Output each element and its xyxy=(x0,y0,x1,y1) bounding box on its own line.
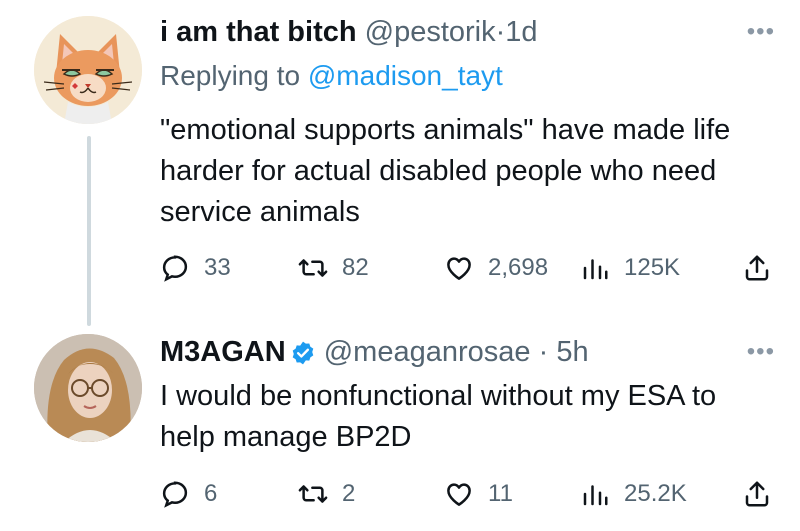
views-bar-chart-icon xyxy=(583,485,608,506)
timestamp[interactable]: 1d xyxy=(505,16,537,48)
tweet-header: M3AGAN @meaganrosae · 5h xyxy=(160,334,589,375)
views-button[interactable]: 125K xyxy=(580,248,680,288)
like-count: 11 xyxy=(488,480,513,507)
mention-link[interactable]: @madison_tayt xyxy=(308,60,503,91)
timestamp[interactable]: 5h xyxy=(556,336,588,368)
retweet-button[interactable]: 2 xyxy=(298,474,355,514)
reply-button[interactable]: 6 xyxy=(160,474,217,514)
reply-count: 6 xyxy=(204,480,218,507)
retweet-button[interactable]: 82 xyxy=(298,248,369,288)
cat-avatar-illustration xyxy=(34,16,142,124)
reply-count: 33 xyxy=(204,254,231,281)
replying-to: Replying to @madison_tayt xyxy=(160,58,503,94)
display-name[interactable]: M3AGAN xyxy=(160,336,286,368)
share-upload-icon xyxy=(745,481,769,507)
reply-icon xyxy=(162,481,188,508)
tweet-reply-meaganrosae[interactable]: M3AGAN @meaganrosae · 5h ••• I would be … xyxy=(0,320,800,531)
user-handle[interactable]: @meaganrosae xyxy=(324,336,531,368)
reply-icon xyxy=(162,255,188,282)
reply-button[interactable]: 33 xyxy=(160,248,231,288)
retweet-icon xyxy=(298,259,328,277)
more-options-icon[interactable]: ••• xyxy=(747,18,775,46)
tweet-actions: 6 2 11 25.2K xyxy=(160,474,780,514)
views-button[interactable]: 25.2K xyxy=(580,474,687,514)
tweet-text: I would be nonfunctional without my ESA … xyxy=(160,380,717,453)
avatar-photo[interactable] xyxy=(34,334,142,442)
tweet-reply-pestorik[interactable]: i am that bitch @pestorik·1d ••• Replyin… xyxy=(0,0,800,300)
more-options-icon[interactable]: ••• xyxy=(747,338,775,366)
tweet-header: i am that bitch @pestorik·1d xyxy=(160,14,538,50)
retweet-icon xyxy=(298,485,328,503)
display-name[interactable]: i am that bitch xyxy=(160,16,357,48)
share-button[interactable] xyxy=(742,248,772,288)
verified-badge-icon xyxy=(290,339,316,375)
retweet-count: 2 xyxy=(342,480,356,507)
separator-dot: · xyxy=(538,336,549,368)
share-button[interactable] xyxy=(742,474,772,514)
like-button[interactable]: 2,698 xyxy=(444,248,548,288)
like-count: 2,698 xyxy=(488,254,549,281)
views-count: 125K xyxy=(624,254,681,281)
views-count: 25.2K xyxy=(624,480,687,507)
profile-photo-illustration xyxy=(34,334,142,442)
separator-dot: · xyxy=(495,16,506,48)
replying-to-label: Replying to xyxy=(160,60,308,91)
like-button[interactable]: 11 xyxy=(444,474,513,514)
share-upload-icon xyxy=(745,255,769,281)
tweet-actions: 33 82 2,698 125K xyxy=(160,248,780,288)
views-bar-chart-icon xyxy=(583,259,608,280)
tweet-text: "emotional supports animals" have made l… xyxy=(160,114,731,228)
user-handle[interactable]: @pestorik xyxy=(365,16,496,48)
retweet-count: 82 xyxy=(342,254,369,281)
heart-icon xyxy=(447,257,471,280)
avatar-cat[interactable] xyxy=(34,16,142,124)
heart-icon xyxy=(447,483,471,506)
